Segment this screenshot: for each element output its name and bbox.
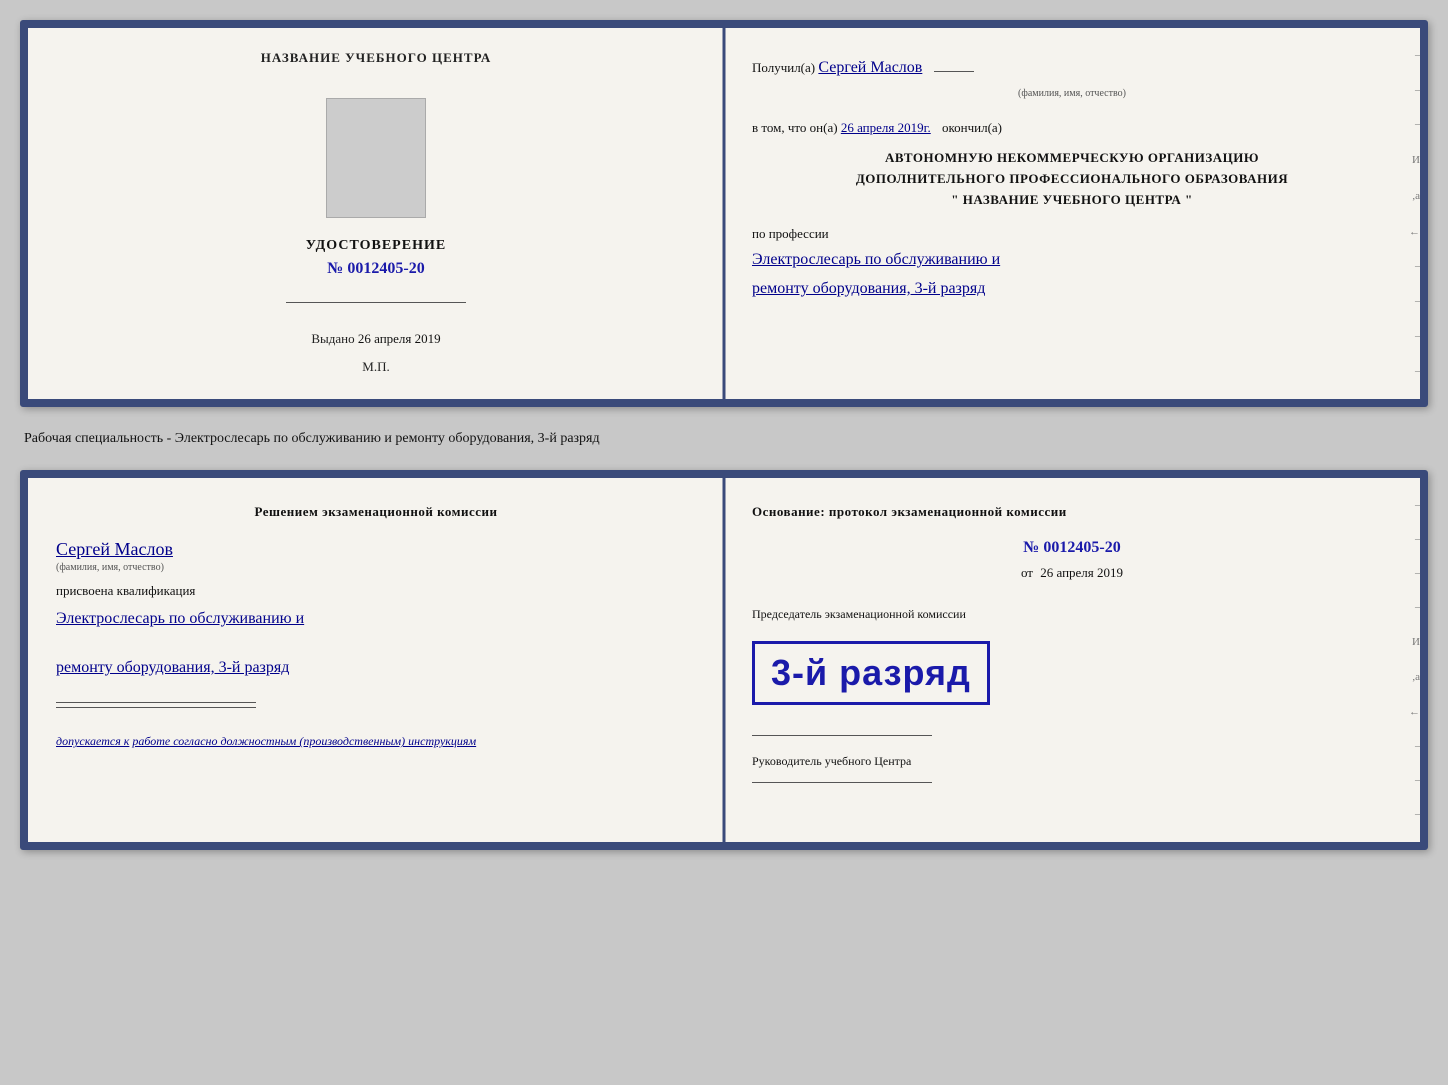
- profession-value2: ремонту оборудования, 3-й разряд: [752, 275, 1392, 304]
- prisvoena-label: присвоена квалификация: [56, 583, 696, 599]
- stamp-box: 3-й разряд: [752, 641, 990, 705]
- received-name: Сергей Маслов: [818, 59, 922, 76]
- received-line: Получил(а) Сергей Маслов (фамилия, имя, …: [752, 52, 1392, 104]
- osnovaniye-label: Основание: протокол экзаменационной коми…: [752, 502, 1392, 523]
- top-cert-number: № 0012405-20: [327, 260, 424, 278]
- bottom-certificate: Решением экзаменационной комиссии Сергей…: [20, 470, 1428, 850]
- ot-date: от 26 апреля 2019: [752, 565, 1392, 581]
- qualification2: ремонту оборудования, 3-й разряд: [56, 654, 696, 683]
- org-line1: АВТОНОМНУЮ НЕКОММЕРЧЕСКУЮ ОРГАНИЗАЦИЮ: [752, 148, 1392, 169]
- top-certificate: НАЗВАНИЕ УЧЕБНОГО ЦЕНТРА УДОСТОВЕРЕНИЕ №…: [20, 20, 1428, 407]
- mp-label: М.П.: [362, 359, 389, 375]
- допускается-value: работе согласно должностным (производств…: [132, 734, 476, 748]
- qualification1: Электрослесарь по обслуживанию и: [56, 605, 696, 634]
- right-margin-marks: – – – И ,а ← – – – –: [1402, 28, 1420, 399]
- org-block: АВТОНОМНУЮ НЕКОММЕРЧЕСКУЮ ОРГАНИЗАЦИЮ ДО…: [752, 148, 1392, 210]
- stamp-container: 3-й разряд: [752, 631, 990, 715]
- profession-value1: Электрослесарь по обслуживанию и: [752, 246, 1392, 275]
- komissia-title: Решением экзаменационной комиссии: [56, 502, 696, 523]
- допускается-line: допускается к работе согласно должностны…: [56, 732, 696, 750]
- top-cert-left: НАЗВАНИЕ УЧЕБНОГО ЦЕНТРА УДОСТОВЕРЕНИЕ №…: [28, 28, 724, 399]
- rukovoditel-label: Руководитель учебного Центра: [752, 752, 1392, 770]
- bottom-cert-right: Основание: протокол экзаменационной коми…: [724, 478, 1420, 842]
- допускается-label: допускается к: [56, 734, 129, 748]
- profession-label-top: по профессии: [752, 226, 1392, 242]
- top-school-name: НАЗВАНИЕ УЧЕБНОГО ЦЕНТРА: [261, 48, 492, 68]
- photo-placeholder: [326, 98, 426, 218]
- separator-text: Рабочая специальность - Электрослесарь п…: [20, 423, 1428, 455]
- org-line2: ДОПОЛНИТЕЛЬНОГО ПРОФЕССИОНАЛЬНОГО ОБРАЗО…: [752, 169, 1392, 190]
- received-label: Получил(а): [752, 60, 815, 75]
- stamp-text: 3-й разряд: [771, 652, 971, 694]
- protocol-number: № 0012405-20: [752, 539, 1392, 557]
- top-cert-right: Получил(а) Сергей Маслов (фамилия, имя, …: [724, 28, 1420, 399]
- fio-label-top: (фамилия, имя, отчество): [752, 84, 1392, 104]
- ot-date-value: 26 апреля 2019: [1040, 565, 1123, 580]
- finished-label: окончил(а): [942, 120, 1002, 135]
- in-that-label: в том, что он(а): [752, 120, 838, 135]
- org-line3: " НАЗВАНИЕ УЧЕБНОГО ЦЕНТРА ": [752, 190, 1392, 211]
- right-margin-marks-bottom: – – – – И ,а ← – – –: [1402, 478, 1420, 842]
- issued-date: 26 апреля 2019: [358, 331, 441, 346]
- issued-label: Выдано: [311, 331, 354, 346]
- ot-label: от: [1021, 565, 1033, 580]
- page-wrapper: НАЗВАНИЕ УЧЕБНОГО ЦЕНТРА УДОСТОВЕРЕНИЕ №…: [20, 20, 1428, 850]
- predsedatel-label: Председатель экзаменационной комиссии: [752, 605, 1392, 623]
- issued-line: Выдано 26 апреля 2019: [311, 331, 440, 347]
- predsedatel-section: Председатель экзаменационной комиссии 3-…: [752, 605, 1392, 723]
- bottom-cert-left: Решением экзаменационной комиссии Сергей…: [28, 478, 724, 842]
- in-that-date: 26 апреля 2019г.: [841, 120, 931, 135]
- fio-label-bottom: (фамилия, имя, отчество): [56, 562, 696, 573]
- in-that-line: в том, что он(а) 26 апреля 2019г. окончи…: [752, 120, 1392, 136]
- person-name: Сергей Маслов: [56, 539, 696, 560]
- udostoverenie-title: УДОСТОВЕРЕНИЕ: [306, 238, 446, 254]
